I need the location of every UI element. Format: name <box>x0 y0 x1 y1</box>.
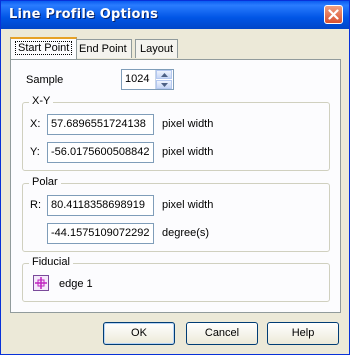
arrow-down-icon <box>160 82 168 87</box>
polar-group-title: Polar <box>29 176 61 188</box>
cancel-button[interactable]: Cancel <box>186 322 258 345</box>
tab-layout-label: Layout <box>140 43 174 55</box>
ok-button[interactable]: OK <box>103 322 175 345</box>
spin-down-button[interactable] <box>156 80 172 89</box>
fiducial-button[interactable] <box>33 275 49 291</box>
arrow-up-icon <box>160 72 168 77</box>
cancel-button-label: Cancel <box>204 327 240 339</box>
angle-value: -44.1575109072292 <box>51 227 150 239</box>
dialog-window: Line Profile Options Start Point End Poi… <box>0 0 350 355</box>
tab-end-point[interactable]: End Point <box>74 39 132 58</box>
tab-end-point-label: End Point <box>79 43 127 55</box>
tab-layout[interactable]: Layout <box>135 39 179 58</box>
sample-value: 1024 <box>125 73 150 85</box>
tab-panel-start-point: Sample 1024 X-Y X: 57.6896551724138 pixe… <box>10 59 341 313</box>
x-value: 57.6896551724138 <box>51 118 146 130</box>
tab-start-point[interactable]: Start Point <box>10 37 78 59</box>
xy-group-title: X-Y <box>29 95 54 107</box>
close-button[interactable] <box>324 5 343 24</box>
y-unit: pixel width <box>162 146 214 158</box>
y-value: -56.0175600508842 <box>51 146 150 158</box>
fiducial-name: edge 1 <box>59 278 93 290</box>
crosshair-icon <box>35 277 47 289</box>
r-input[interactable]: 80.4118358698919 <box>47 195 154 216</box>
x-input[interactable]: 57.6896551724138 <box>47 114 154 135</box>
spin-up-button[interactable] <box>156 70 172 79</box>
close-icon <box>328 9 339 20</box>
fiducial-group: Fiducial edge 1 <box>22 256 330 302</box>
r-value: 80.4118358698919 <box>51 199 146 211</box>
sample-spinner[interactable] <box>155 70 172 89</box>
ok-button-label: OK <box>131 327 147 339</box>
x-unit: pixel width <box>162 118 214 130</box>
polar-group: Polar R: 80.4118358698919 pixel width -4… <box>22 176 330 252</box>
angle-input[interactable]: -44.1575109072292 <box>47 223 154 244</box>
r-unit: pixel width <box>162 199 214 211</box>
fiducial-group-title: Fiducial <box>29 256 73 268</box>
tab-start-point-label: Start Point <box>15 41 73 55</box>
xy-group: X-Y X: 57.6896551724138 pixel width Y: -… <box>22 95 330 171</box>
title-bar[interactable]: Line Profile Options <box>1 1 349 29</box>
help-button-label: Help <box>291 327 315 339</box>
y-label: Y: <box>30 146 40 158</box>
sample-label: Sample <box>26 74 64 86</box>
angle-unit: degree(s) <box>162 227 210 239</box>
y-input[interactable]: -56.0175600508842 <box>47 142 154 163</box>
help-button[interactable]: Help <box>267 322 339 345</box>
x-label: X: <box>30 118 41 130</box>
window-title: Line Profile Options <box>9 7 159 22</box>
r-label: R: <box>30 199 41 211</box>
